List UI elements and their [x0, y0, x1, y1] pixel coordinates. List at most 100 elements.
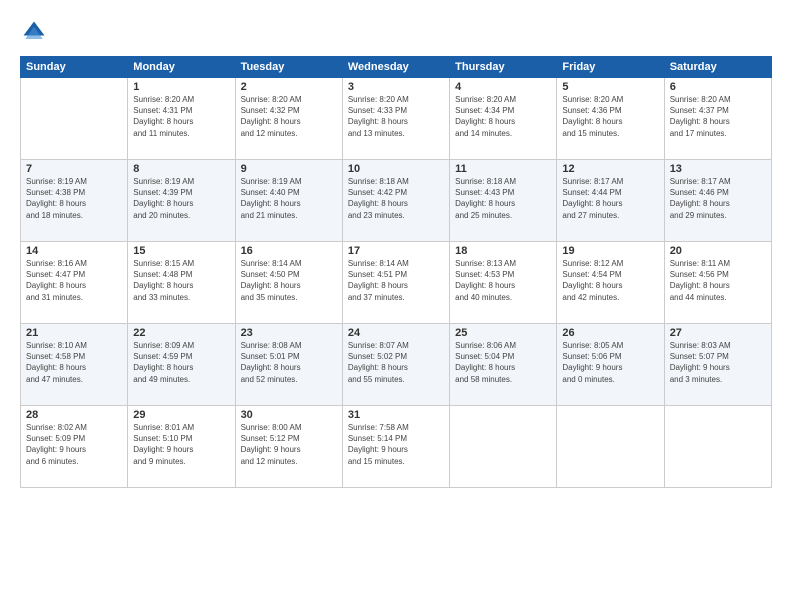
- calendar-cell: 3Sunrise: 8:20 AM Sunset: 4:33 PM Daylig…: [342, 78, 449, 160]
- logo-icon: [20, 18, 48, 46]
- day-info: Sunrise: 8:13 AM Sunset: 4:53 PM Dayligh…: [455, 258, 551, 303]
- calendar-cell: 23Sunrise: 8:08 AM Sunset: 5:01 PM Dayli…: [235, 324, 342, 406]
- calendar-cell: 24Sunrise: 8:07 AM Sunset: 5:02 PM Dayli…: [342, 324, 449, 406]
- calendar-cell: 4Sunrise: 8:20 AM Sunset: 4:34 PM Daylig…: [450, 78, 557, 160]
- day-number: 11: [455, 163, 551, 175]
- day-number: 30: [241, 409, 337, 421]
- day-number: 16: [241, 245, 337, 257]
- day-info: Sunrise: 8:00 AM Sunset: 5:12 PM Dayligh…: [241, 422, 337, 467]
- day-number: 23: [241, 327, 337, 339]
- col-header-sunday: Sunday: [21, 57, 128, 78]
- calendar-cell: 30Sunrise: 8:00 AM Sunset: 5:12 PM Dayli…: [235, 406, 342, 488]
- day-number: 17: [348, 245, 444, 257]
- day-info: Sunrise: 8:05 AM Sunset: 5:06 PM Dayligh…: [562, 340, 658, 385]
- day-info: Sunrise: 8:20 AM Sunset: 4:32 PM Dayligh…: [241, 94, 337, 139]
- day-number: 2: [241, 81, 337, 93]
- day-info: Sunrise: 8:20 AM Sunset: 4:34 PM Dayligh…: [455, 94, 551, 139]
- day-number: 10: [348, 163, 444, 175]
- day-info: Sunrise: 8:20 AM Sunset: 4:37 PM Dayligh…: [670, 94, 766, 139]
- week-row-5: 28Sunrise: 8:02 AM Sunset: 5:09 PM Dayli…: [21, 406, 772, 488]
- day-number: 28: [26, 409, 122, 421]
- day-number: 31: [348, 409, 444, 421]
- day-number: 1: [133, 81, 229, 93]
- day-info: Sunrise: 8:19 AM Sunset: 4:38 PM Dayligh…: [26, 176, 122, 221]
- calendar-cell: 22Sunrise: 8:09 AM Sunset: 4:59 PM Dayli…: [128, 324, 235, 406]
- day-number: 8: [133, 163, 229, 175]
- day-info: Sunrise: 8:16 AM Sunset: 4:47 PM Dayligh…: [26, 258, 122, 303]
- week-row-4: 21Sunrise: 8:10 AM Sunset: 4:58 PM Dayli…: [21, 324, 772, 406]
- day-info: Sunrise: 8:17 AM Sunset: 4:46 PM Dayligh…: [670, 176, 766, 221]
- day-info: Sunrise: 8:14 AM Sunset: 4:50 PM Dayligh…: [241, 258, 337, 303]
- day-info: Sunrise: 8:17 AM Sunset: 4:44 PM Dayligh…: [562, 176, 658, 221]
- day-info: Sunrise: 8:11 AM Sunset: 4:56 PM Dayligh…: [670, 258, 766, 303]
- calendar-cell: 13Sunrise: 8:17 AM Sunset: 4:46 PM Dayli…: [664, 160, 771, 242]
- calendar-cell: 1Sunrise: 8:20 AM Sunset: 4:31 PM Daylig…: [128, 78, 235, 160]
- calendar-cell: 6Sunrise: 8:20 AM Sunset: 4:37 PM Daylig…: [664, 78, 771, 160]
- calendar-page: SundayMondayTuesdayWednesdayThursdayFrid…: [0, 0, 792, 612]
- calendar-cell: 18Sunrise: 8:13 AM Sunset: 4:53 PM Dayli…: [450, 242, 557, 324]
- day-number: 7: [26, 163, 122, 175]
- calendar-cell: 28Sunrise: 8:02 AM Sunset: 5:09 PM Dayli…: [21, 406, 128, 488]
- calendar-cell: 12Sunrise: 8:17 AM Sunset: 4:44 PM Dayli…: [557, 160, 664, 242]
- day-info: Sunrise: 8:20 AM Sunset: 4:33 PM Dayligh…: [348, 94, 444, 139]
- day-info: Sunrise: 8:03 AM Sunset: 5:07 PM Dayligh…: [670, 340, 766, 385]
- calendar-cell: 27Sunrise: 8:03 AM Sunset: 5:07 PM Dayli…: [664, 324, 771, 406]
- col-header-monday: Monday: [128, 57, 235, 78]
- day-number: 26: [562, 327, 658, 339]
- day-number: 12: [562, 163, 658, 175]
- calendar-cell: 15Sunrise: 8:15 AM Sunset: 4:48 PM Dayli…: [128, 242, 235, 324]
- calendar-cell: 25Sunrise: 8:06 AM Sunset: 5:04 PM Dayli…: [450, 324, 557, 406]
- col-header-friday: Friday: [557, 57, 664, 78]
- header: [20, 18, 772, 46]
- day-number: 22: [133, 327, 229, 339]
- calendar-cell: 10Sunrise: 8:18 AM Sunset: 4:42 PM Dayli…: [342, 160, 449, 242]
- day-info: Sunrise: 8:19 AM Sunset: 4:40 PM Dayligh…: [241, 176, 337, 221]
- day-number: 21: [26, 327, 122, 339]
- calendar-cell: 11Sunrise: 8:18 AM Sunset: 4:43 PM Dayli…: [450, 160, 557, 242]
- day-number: 20: [670, 245, 766, 257]
- day-number: 14: [26, 245, 122, 257]
- day-number: 13: [670, 163, 766, 175]
- day-number: 25: [455, 327, 551, 339]
- calendar-cell: 31Sunrise: 7:58 AM Sunset: 5:14 PM Dayli…: [342, 406, 449, 488]
- day-info: Sunrise: 8:09 AM Sunset: 4:59 PM Dayligh…: [133, 340, 229, 385]
- logo: [20, 18, 52, 46]
- calendar-table: SundayMondayTuesdayWednesdayThursdayFrid…: [20, 56, 772, 488]
- col-header-saturday: Saturday: [664, 57, 771, 78]
- calendar-cell: [450, 406, 557, 488]
- day-info: Sunrise: 8:18 AM Sunset: 4:42 PM Dayligh…: [348, 176, 444, 221]
- day-info: Sunrise: 8:14 AM Sunset: 4:51 PM Dayligh…: [348, 258, 444, 303]
- day-info: Sunrise: 8:20 AM Sunset: 4:31 PM Dayligh…: [133, 94, 229, 139]
- day-number: 27: [670, 327, 766, 339]
- calendar-cell: 17Sunrise: 8:14 AM Sunset: 4:51 PM Dayli…: [342, 242, 449, 324]
- calendar-cell: 29Sunrise: 8:01 AM Sunset: 5:10 PM Dayli…: [128, 406, 235, 488]
- col-header-thursday: Thursday: [450, 57, 557, 78]
- day-number: 15: [133, 245, 229, 257]
- col-header-tuesday: Tuesday: [235, 57, 342, 78]
- calendar-cell: 21Sunrise: 8:10 AM Sunset: 4:58 PM Dayli…: [21, 324, 128, 406]
- day-number: 9: [241, 163, 337, 175]
- header-row: SundayMondayTuesdayWednesdayThursdayFrid…: [21, 57, 772, 78]
- day-number: 29: [133, 409, 229, 421]
- day-number: 3: [348, 81, 444, 93]
- week-row-1: 1Sunrise: 8:20 AM Sunset: 4:31 PM Daylig…: [21, 78, 772, 160]
- calendar-cell: 16Sunrise: 8:14 AM Sunset: 4:50 PM Dayli…: [235, 242, 342, 324]
- day-info: Sunrise: 8:12 AM Sunset: 4:54 PM Dayligh…: [562, 258, 658, 303]
- day-info: Sunrise: 7:58 AM Sunset: 5:14 PM Dayligh…: [348, 422, 444, 467]
- week-row-3: 14Sunrise: 8:16 AM Sunset: 4:47 PM Dayli…: [21, 242, 772, 324]
- day-info: Sunrise: 8:10 AM Sunset: 4:58 PM Dayligh…: [26, 340, 122, 385]
- calendar-cell: [557, 406, 664, 488]
- week-row-2: 7Sunrise: 8:19 AM Sunset: 4:38 PM Daylig…: [21, 160, 772, 242]
- calendar-cell: 5Sunrise: 8:20 AM Sunset: 4:36 PM Daylig…: [557, 78, 664, 160]
- day-info: Sunrise: 8:15 AM Sunset: 4:48 PM Dayligh…: [133, 258, 229, 303]
- calendar-cell: [21, 78, 128, 160]
- day-info: Sunrise: 8:19 AM Sunset: 4:39 PM Dayligh…: [133, 176, 229, 221]
- calendar-cell: 2Sunrise: 8:20 AM Sunset: 4:32 PM Daylig…: [235, 78, 342, 160]
- calendar-cell: 9Sunrise: 8:19 AM Sunset: 4:40 PM Daylig…: [235, 160, 342, 242]
- day-info: Sunrise: 8:07 AM Sunset: 5:02 PM Dayligh…: [348, 340, 444, 385]
- day-number: 6: [670, 81, 766, 93]
- day-info: Sunrise: 8:20 AM Sunset: 4:36 PM Dayligh…: [562, 94, 658, 139]
- calendar-cell: [664, 406, 771, 488]
- calendar-cell: 7Sunrise: 8:19 AM Sunset: 4:38 PM Daylig…: [21, 160, 128, 242]
- calendar-cell: 20Sunrise: 8:11 AM Sunset: 4:56 PM Dayli…: [664, 242, 771, 324]
